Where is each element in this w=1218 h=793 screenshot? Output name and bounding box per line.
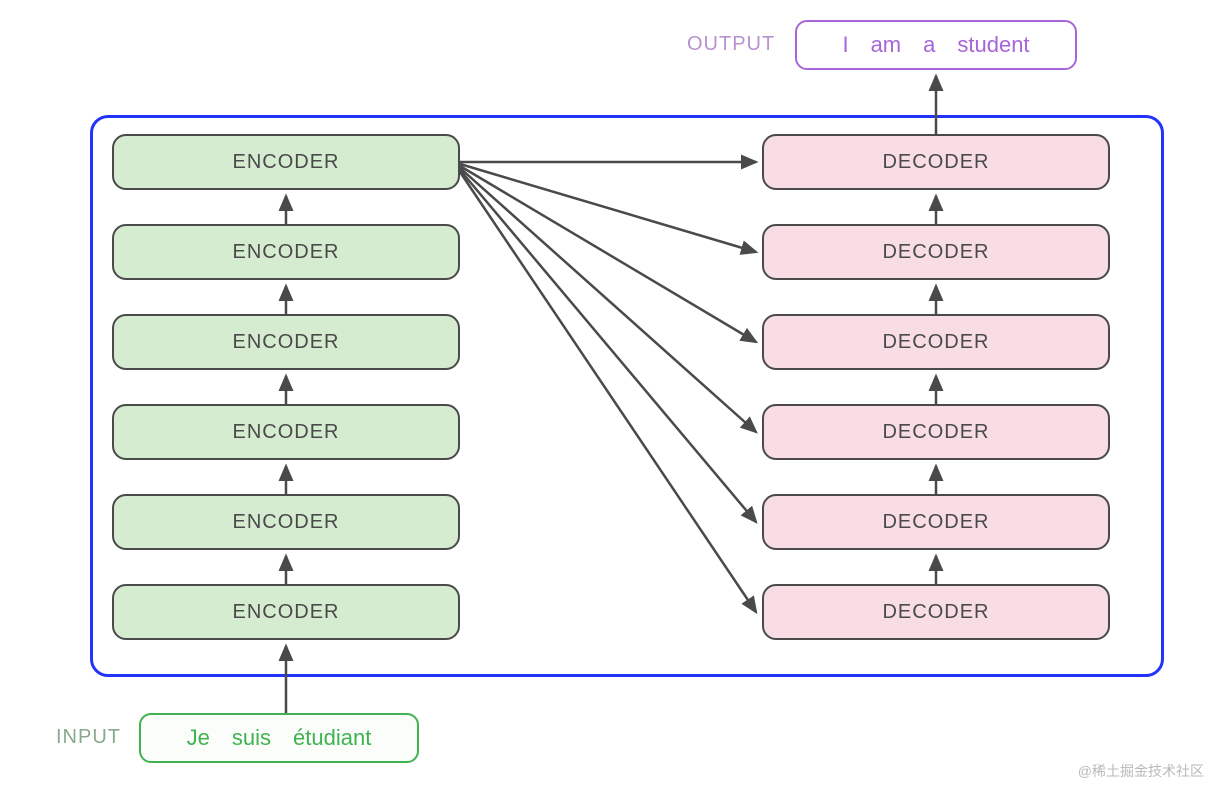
- input-token: Je: [187, 725, 210, 751]
- input-label: INPUT: [56, 726, 121, 749]
- input-token: suis: [232, 725, 271, 751]
- decoder-block: DECODER: [762, 584, 1110, 640]
- encoder-block: ENCODER: [112, 494, 460, 550]
- output-token: I: [842, 32, 848, 58]
- encoder-block: ENCODER: [112, 584, 460, 640]
- decoder-block: DECODER: [762, 314, 1110, 370]
- decoder-block: DECODER: [762, 134, 1110, 190]
- decoder-block: DECODER: [762, 494, 1110, 550]
- encoder-block: ENCODER: [112, 134, 460, 190]
- decoder-block: DECODER: [762, 224, 1110, 280]
- encoder-stack: ENCODER ENCODER ENCODER ENCODER ENCODER …: [112, 134, 460, 640]
- output-token: student: [957, 32, 1029, 58]
- output-token: a: [923, 32, 935, 58]
- encoder-block: ENCODER: [112, 314, 460, 370]
- output-box: I am a student: [795, 20, 1077, 70]
- decoder-block: DECODER: [762, 404, 1110, 460]
- decoder-stack: DECODER DECODER DECODER DECODER DECODER …: [762, 134, 1110, 640]
- output-label: OUTPUT: [687, 33, 775, 56]
- watermark-text: @稀土掘金技术社区: [1078, 761, 1204, 781]
- input-box: Je suis étudiant: [139, 713, 419, 763]
- encoder-block: ENCODER: [112, 224, 460, 280]
- input-token: étudiant: [293, 725, 371, 751]
- encoder-block: ENCODER: [112, 404, 460, 460]
- output-token: am: [871, 32, 902, 58]
